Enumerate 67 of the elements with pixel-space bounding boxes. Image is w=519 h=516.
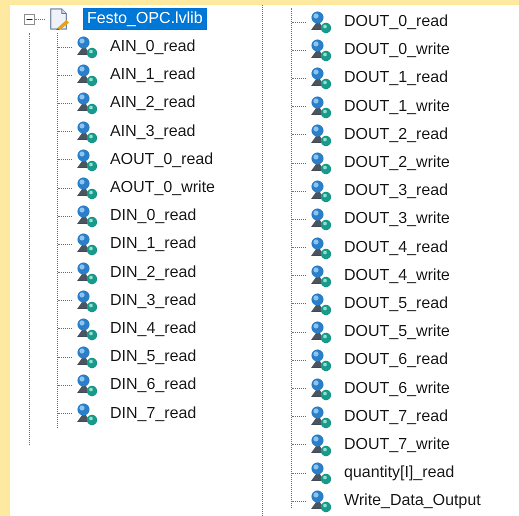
collapse-toggle[interactable] xyxy=(24,14,35,24)
tree-item[interactable]: DOUT_7_read xyxy=(340,406,452,428)
tree-item[interactable]: DIN_4_read xyxy=(106,318,200,340)
tree-item[interactable]: AIN_1_read xyxy=(106,64,200,86)
variable-icon xyxy=(308,489,332,514)
variable-icon xyxy=(74,345,98,370)
variable-icon xyxy=(74,176,98,200)
tree-item[interactable]: DIN_0_read xyxy=(106,205,200,228)
tree-item[interactable]: DOUT_2_read xyxy=(340,124,452,146)
tree-item[interactable]: DOUT_2_write xyxy=(340,152,454,174)
variable-icon xyxy=(74,91,98,116)
variable-icon xyxy=(74,316,98,341)
variable-icon xyxy=(74,35,98,60)
tree-item[interactable]: Write_Data_Output xyxy=(340,490,485,512)
tree-item[interactable]: AIN_0_read xyxy=(106,36,200,58)
variable-icon xyxy=(74,373,98,398)
variable-icon xyxy=(308,461,332,486)
variable-icon xyxy=(308,236,332,260)
variable-icon xyxy=(308,10,332,34)
variable-icon xyxy=(308,376,332,401)
tree-item[interactable]: DOUT_0_read xyxy=(340,11,452,34)
tree-item[interactable]: DOUT_3_write xyxy=(340,208,454,230)
tree-item[interactable]: DIN_2_read xyxy=(106,262,200,284)
tree-root-item[interactable]: Festo_OPC.lvlib xyxy=(83,8,207,30)
variable-icon xyxy=(308,320,332,344)
tree-item[interactable]: DOUT_5_write xyxy=(340,321,454,344)
variable-icon xyxy=(74,402,98,426)
variable-icon xyxy=(74,148,98,172)
tree-item[interactable]: DIN_3_read xyxy=(106,290,200,312)
variable-icon xyxy=(308,151,332,176)
tree-item[interactable]: DOUT_6_write xyxy=(340,378,454,400)
tree-item[interactable]: quantity[I]_read xyxy=(340,462,458,484)
variable-icon xyxy=(308,66,332,90)
variable-icon xyxy=(308,179,332,204)
tree-item[interactable]: AIN_2_read xyxy=(106,92,200,114)
tree-item[interactable]: AOUT_0_read xyxy=(106,148,218,171)
tree-item[interactable]: DOUT_1_write xyxy=(340,96,454,118)
tree-item[interactable]: DIN_1_read xyxy=(106,233,200,256)
tree-item[interactable]: AOUT_0_write xyxy=(106,177,219,200)
tree-item[interactable]: DIN_7_read xyxy=(106,402,200,425)
variable-icon xyxy=(308,292,332,316)
variable-icon xyxy=(74,260,98,285)
variable-icon xyxy=(308,94,332,119)
variable-icon xyxy=(308,207,332,232)
tree-item[interactable]: DOUT_6_read xyxy=(340,349,452,372)
tree-item[interactable]: DOUT_7_write xyxy=(340,434,454,456)
variable-icon xyxy=(74,288,98,313)
tree-item[interactable]: DOUT_0_write xyxy=(340,39,454,62)
tree-item[interactable]: DOUT_4_read xyxy=(340,236,452,259)
tree-item[interactable]: DIN_6_read xyxy=(106,374,200,396)
variable-icon xyxy=(308,348,332,372)
tree-item[interactable]: DOUT_4_write xyxy=(340,264,454,287)
tree-item[interactable]: AIN_3_read xyxy=(106,120,200,143)
tree-item[interactable]: DOUT_3_read xyxy=(340,180,452,202)
variable-icon xyxy=(74,204,98,228)
variable-icon xyxy=(308,404,332,429)
tree-item[interactable]: DOUT_1_read xyxy=(340,67,452,90)
variable-icon xyxy=(74,120,98,144)
variable-icon xyxy=(74,232,98,256)
variable-icon xyxy=(308,38,332,62)
tree-item[interactable]: DIN_5_read xyxy=(106,346,200,368)
variable-icon xyxy=(74,63,98,88)
variable-icon xyxy=(308,264,332,288)
variable-icon xyxy=(308,122,332,147)
document-icon xyxy=(48,8,70,30)
variable-icon xyxy=(308,432,332,457)
tree-item[interactable]: DOUT_5_read xyxy=(340,292,452,315)
